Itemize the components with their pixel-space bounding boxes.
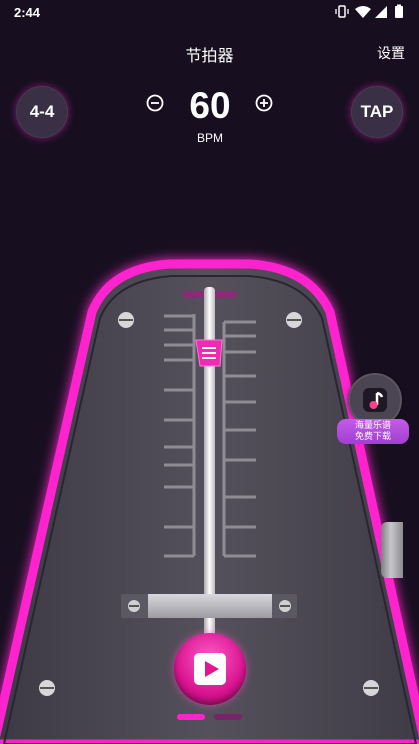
beat-indicator [177,714,205,720]
base-bar [121,594,297,618]
play-button[interactable] [174,633,246,705]
play-icon [194,653,226,685]
promo-line2: 免费下载 [354,431,391,441]
pendulum-weight [195,339,223,367]
music-note-icon [363,388,387,412]
promo-badge[interactable]: 海量乐谱 免费下载 [337,419,409,444]
promo-line1: 海量乐谱 [354,420,391,430]
side-knob [381,522,403,578]
beat-indicator [214,714,242,720]
